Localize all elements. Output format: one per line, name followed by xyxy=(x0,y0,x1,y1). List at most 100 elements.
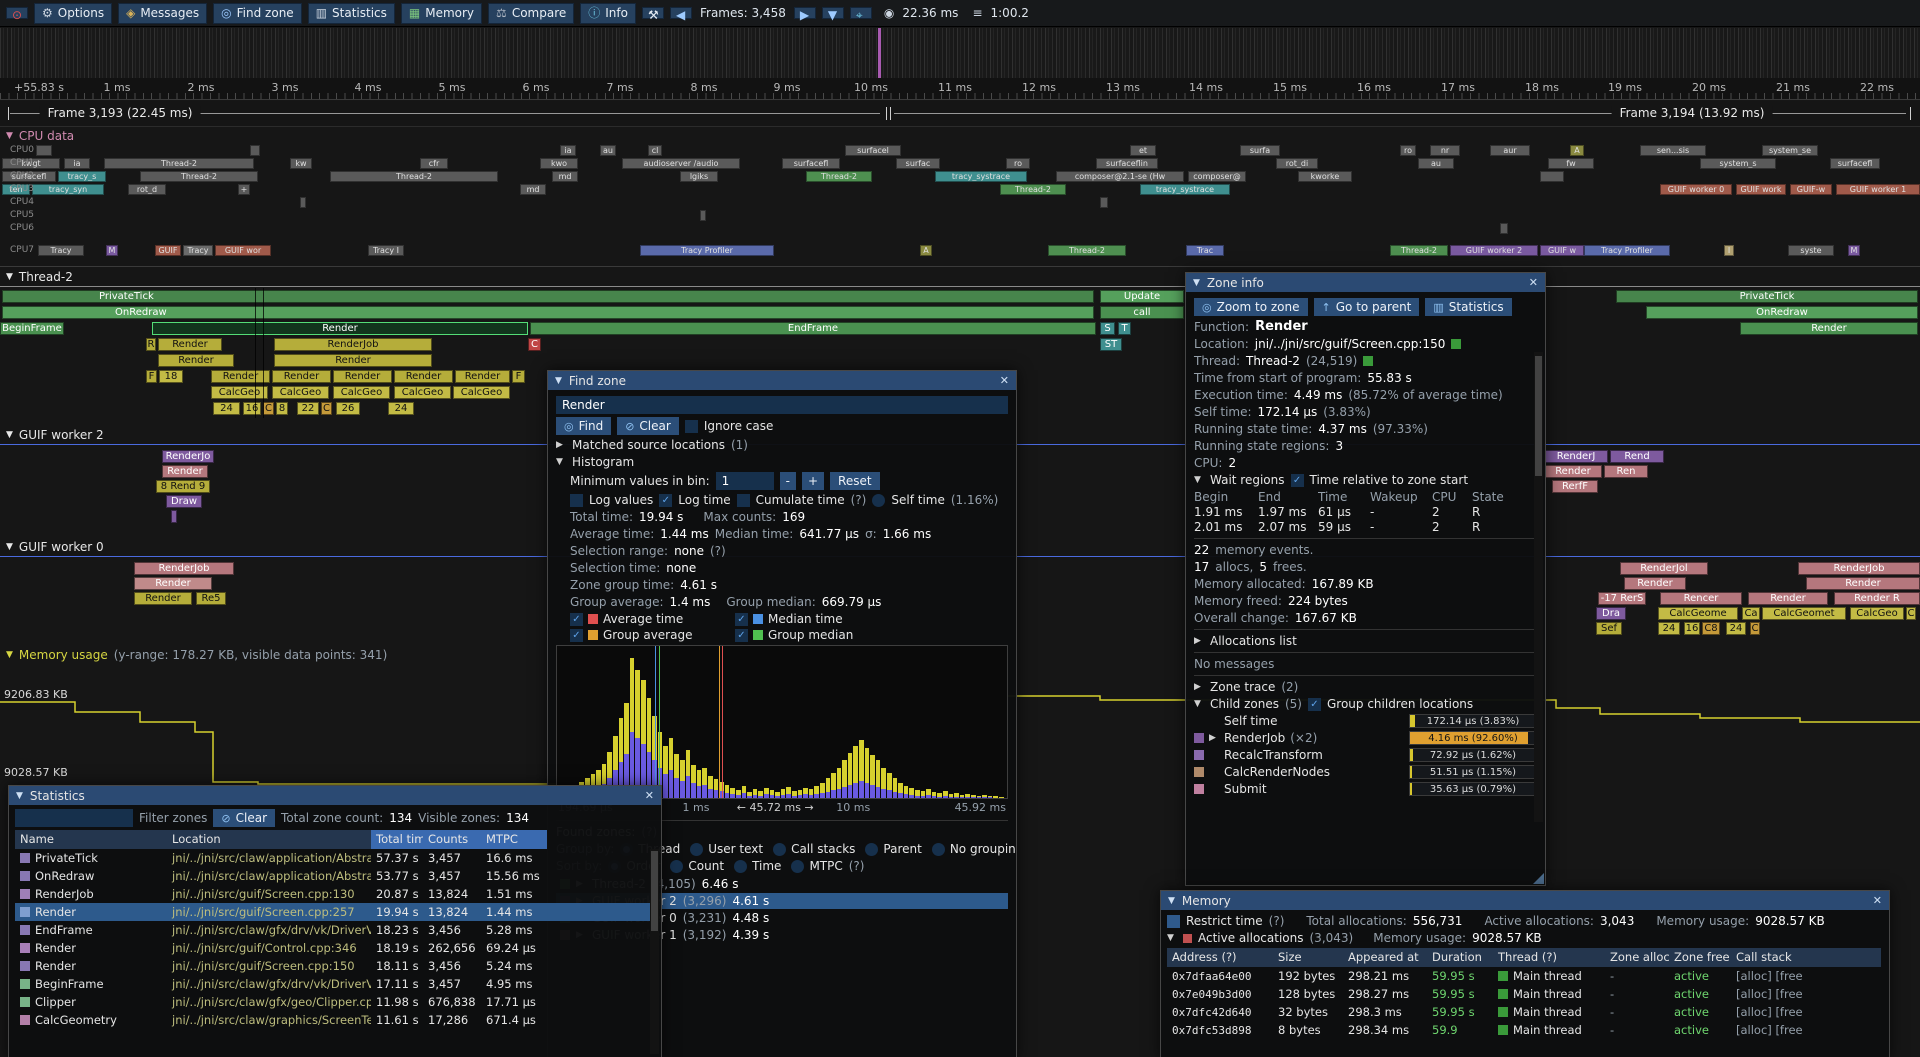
timeline-zone[interactable]: EndFrame xyxy=(530,322,1096,335)
timeline-zone[interactable]: RenderJol xyxy=(1620,562,1708,575)
cpu-segment[interactable]: kworke xyxy=(1298,171,1352,182)
cpu-segment[interactable]: Thread-2 xyxy=(104,158,254,169)
frame-marker-row[interactable]: Frame 3,193 (22.45 ms) Frame 3,194 (13.9… xyxy=(0,101,1920,127)
timeline-zone[interactable]: Render xyxy=(162,465,208,478)
column-header-zone-free[interactable]: Zone free xyxy=(1669,948,1731,967)
memory-allocation-row[interactable]: 0x7dfc53d898 8 bytes 298.34 ms 59.9 Main… xyxy=(1167,1021,1883,1039)
statistics-row[interactable]: RenderJob jni/../jni/src/guif/Screen.cpp… xyxy=(15,885,655,903)
statistics-row[interactable]: CalcGeometry jni/../jni/src/claw/graphic… xyxy=(15,1011,655,1029)
column-header-counts[interactable]: Counts xyxy=(423,830,481,849)
cpu-segment[interactable]: I xyxy=(1724,245,1734,256)
timeline-zone[interactable]: Render R xyxy=(1834,592,1920,605)
cpu-segment[interactable]: surfacefl xyxy=(1830,158,1880,169)
cpu-segment[interactable]: md xyxy=(552,171,578,182)
timeline-zone[interactable]: RenderJob xyxy=(274,338,432,351)
sort-by-radio[interactable]: Count xyxy=(670,859,724,873)
allocations-list-node[interactable]: ▶ Allocations list xyxy=(1194,634,1537,648)
cpu-segment[interactable]: tracy_systrace xyxy=(935,171,1027,182)
timeline-zone[interactable]: 24 xyxy=(1726,622,1746,635)
column-header-appeared[interactable]: Appeared at xyxy=(1343,948,1427,967)
cpu-segment[interactable]: Tracy xyxy=(38,245,84,256)
go-to-parent-button[interactable]: ↑ Go to parent xyxy=(1314,298,1420,316)
statistics-scrollbar[interactable] xyxy=(650,849,659,1054)
cpu-segment[interactable]: Thread-2 xyxy=(140,171,258,182)
zone-info-titlebar[interactable]: ▼ Zone info ✕ xyxy=(1186,273,1545,292)
next-frame-button[interactable]: ▶ xyxy=(794,7,816,19)
cpu-segment[interactable]: GUIF work xyxy=(1736,184,1786,195)
zone-trace-node[interactable]: ▶ Zone trace (2) xyxy=(1194,680,1537,694)
timeline-zone[interactable]: CalcGeomet xyxy=(1762,607,1846,620)
section-header-memory-usage[interactable]: ▼ Memory usage (y-range: 178.27 KB, visi… xyxy=(6,648,387,662)
statistics-row[interactable]: PrivateTick jni/../jni/src/claw/applicat… xyxy=(15,849,655,867)
timeline-zone[interactable]: Render xyxy=(1544,465,1602,478)
legend-item[interactable]: ✓ Average time xyxy=(570,612,735,626)
toolbar-button[interactable]: ⓘ Info xyxy=(580,3,636,24)
power-button[interactable]: ⊙ xyxy=(6,7,28,19)
timeline-zone[interactable]: Sef xyxy=(1596,622,1622,635)
cpu-segment[interactable]: GUIF w xyxy=(1540,245,1584,256)
zoom-to-zone-button[interactable]: ◎ Zoom to zone xyxy=(1194,298,1308,316)
memory-titlebar[interactable]: ▼ Memory ✕ xyxy=(1161,891,1889,910)
timeline-zone[interactable]: Render xyxy=(272,370,331,383)
collapse-icon[interactable]: ▼ xyxy=(555,376,562,386)
statistics-row[interactable]: Clipper jni/../jni/src/claw/gfx/geo/Clip… xyxy=(15,993,655,1011)
min-bin-input[interactable] xyxy=(716,472,774,490)
timeline-zone[interactable]: T xyxy=(1118,322,1131,335)
cpu-segment[interactable]: Thread-2 xyxy=(330,171,498,182)
timeline-zone[interactable]: Dra xyxy=(1596,607,1626,620)
cpu-segment[interactable]: A xyxy=(920,245,932,256)
goto-frame-button[interactable]: ⌖ xyxy=(850,7,872,19)
toolbar-button[interactable]: ▥ Statistics xyxy=(308,3,395,24)
cpu-segment[interactable]: Tracy Profiler xyxy=(640,245,774,256)
cpu-segment[interactable]: Thread-2 xyxy=(1048,245,1126,256)
cpu-segment[interactable]: au xyxy=(600,145,616,156)
child-zone-row[interactable]: RecalcTransform 72.92 μs (1.62%) xyxy=(1194,748,1537,762)
cpu-segment[interactable]: et xyxy=(1130,145,1156,156)
timeline-zone[interactable]: Render xyxy=(134,577,212,590)
toolbar-button[interactable]: ⚙ Options xyxy=(34,3,112,24)
zone-info-scrollbar[interactable] xyxy=(1534,352,1543,822)
timeline-zone[interactable]: 8 xyxy=(276,402,288,415)
timeline-zone[interactable]: 18 xyxy=(159,370,183,383)
timeline-zone[interactable]: Rend xyxy=(1610,450,1664,463)
timeline-zone[interactable]: CalcGeo xyxy=(272,386,329,399)
cpu-segment[interactable]: surfacefl xyxy=(782,158,840,169)
close-icon[interactable]: ✕ xyxy=(1873,894,1882,907)
histogram-node[interactable]: ▼ Histogram xyxy=(556,455,1008,469)
timeline-zone[interactable]: C xyxy=(1750,622,1760,635)
cpu-segment[interactable]: sen...sis xyxy=(1640,145,1706,156)
cpu-segment[interactable]: Thread-2 xyxy=(1390,245,1448,256)
find-zone-titlebar[interactable]: ▼ Find zone ✕ xyxy=(548,371,1016,390)
cpu-segment[interactable]: Thread-2 xyxy=(806,171,872,182)
timeline-zone[interactable]: F xyxy=(512,370,525,383)
cpu-segment[interactable]: aur xyxy=(1490,145,1530,156)
timeline-zone[interactable]: Render xyxy=(1624,577,1686,590)
self-time-checkbox[interactable] xyxy=(872,494,885,507)
timeline-zone[interactable]: Render xyxy=(274,354,432,367)
cpu-segment[interactable]: syste xyxy=(1788,245,1834,256)
close-icon[interactable]: ✕ xyxy=(1529,276,1538,289)
column-header-duration[interactable]: Duration xyxy=(1427,948,1493,967)
cpu-segment[interactable]: GUIF-w xyxy=(1790,184,1832,195)
section-header-cpu-data[interactable]: ▼ CPU data xyxy=(6,129,74,143)
toolbar-button[interactable]: ◎ Find zone xyxy=(213,3,302,24)
bin-decrease-button[interactable]: - xyxy=(780,472,796,490)
statistics-row[interactable]: EndFrame jni/../jni/src/claw/gfx/drv/vk/… xyxy=(15,921,655,939)
memory-allocation-row[interactable]: 0x7e049b3d00 128 bytes 298.27 ms 59.95 s… xyxy=(1167,985,1883,1003)
column-header-name[interactable]: Name xyxy=(15,830,167,849)
cpu-segment[interactable] xyxy=(1100,197,1108,208)
cpu-segment[interactable]: M xyxy=(106,245,118,256)
timeline-zone[interactable]: C xyxy=(263,402,274,415)
cpu-segment[interactable]: au xyxy=(1418,158,1454,169)
time-ruler[interactable]: +55.83 s 1 ms 2 ms 3 ms 4 ms 5 ms 6 ms 7… xyxy=(0,78,1920,100)
relative-time-checkbox[interactable]: ✓ xyxy=(1291,474,1304,487)
tools-button[interactable]: ⚒ xyxy=(642,7,664,19)
column-header-call-stack[interactable]: Call stack xyxy=(1731,948,1881,967)
timeline-zone[interactable]: PrivateTick xyxy=(1616,290,1918,303)
clear-button[interactable]: ⊘ Clear xyxy=(617,417,679,435)
timeline-zone[interactable]: OnRedraw xyxy=(1646,306,1918,319)
cpu-segment[interactable]: tracy_systrace xyxy=(1140,184,1230,195)
find-zone-histogram[interactable] xyxy=(556,645,1008,799)
cpu-segment[interactable]: surfac xyxy=(896,158,940,169)
collapse-icon[interactable]: ▼ xyxy=(1193,278,1200,288)
